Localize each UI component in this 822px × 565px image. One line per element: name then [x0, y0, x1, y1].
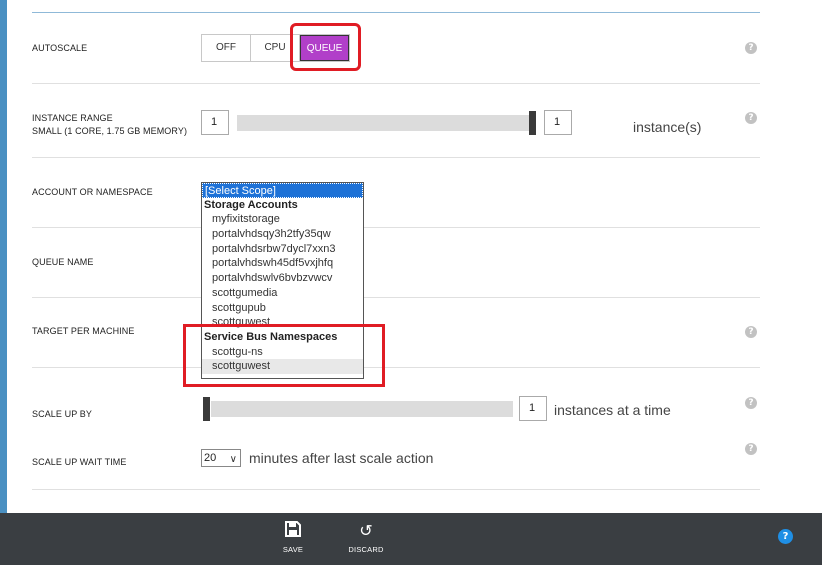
top-divider: [32, 12, 760, 13]
autoscale-label: AUTOSCALE: [32, 43, 88, 53]
help-icon[interactable]: ?: [778, 529, 793, 544]
listbox-option[interactable]: scottgupub: [202, 301, 363, 316]
autoscale-help-icon[interactable]: ?: [745, 42, 757, 54]
wait-help-icon[interactable]: ?: [745, 443, 757, 455]
service-bus-highlight-box: [183, 324, 385, 387]
instance-range-track[interactable]: [237, 115, 530, 131]
row-divider: [32, 157, 760, 158]
row-divider: [32, 227, 760, 228]
wait-time-value: 20: [204, 452, 217, 464]
scale-up-help-icon[interactable]: ?: [745, 397, 757, 409]
wait-unit-label: minutes after last scale action: [249, 450, 434, 466]
listbox-option[interactable]: portalvhdsqy3h2tfy35qw: [202, 227, 363, 242]
instance-size-label: SMALL (1 CORE, 1.75 GB MEMORY): [32, 126, 188, 136]
scale-up-thumb[interactable]: [203, 397, 210, 421]
save-label: SAVE: [282, 545, 304, 554]
listbox-option[interactable]: scottgumedia: [202, 286, 363, 301]
autoscale-off-option[interactable]: OFF: [202, 35, 251, 61]
chevron-down-icon: ∨: [229, 454, 237, 465]
listbox-option[interactable]: myfixitstorage: [202, 212, 363, 227]
discard-label: DISCARD: [348, 545, 384, 554]
queue-name-label: QUEUE NAME: [32, 257, 94, 267]
scale-up-unit-label: instances at a time: [554, 402, 671, 418]
account-namespace-label: ACCOUNT OR NAMESPACE: [32, 187, 153, 197]
listbox-option-select-scope[interactable]: [Select Scope]: [202, 183, 363, 198]
row-divider: [32, 83, 760, 84]
listbox-option[interactable]: portalvhdswlv6bvbzvwcv: [202, 271, 363, 286]
command-bar: [0, 513, 822, 565]
scale-up-input[interactable]: 1: [519, 396, 547, 421]
save-button[interactable]: SAVE: [268, 521, 318, 554]
instance-range-thumb[interactable]: [529, 111, 536, 135]
wait-time-select[interactable]: 20 ∨: [201, 449, 241, 467]
scale-up-track[interactable]: [211, 401, 513, 417]
row-divider: [32, 489, 760, 490]
row-divider: [32, 297, 760, 298]
undo-icon: ↺: [359, 521, 373, 540]
listbox-group-storage-accounts: Storage Accounts: [204, 198, 298, 211]
instance-max-input[interactable]: 1: [544, 110, 572, 135]
queue-highlight-box: [290, 23, 361, 71]
scale-up-wait-label: SCALE UP WAIT TIME: [32, 457, 127, 467]
discard-button[interactable]: ↺ DISCARD: [341, 521, 391, 554]
left-accent-bar: [0, 0, 7, 513]
target-per-machine-label: TARGET PER MACHINE: [32, 326, 135, 336]
instance-unit-label: instance(s): [633, 119, 702, 135]
listbox-option[interactable]: portalvhdswh45df5vxjhfq: [202, 256, 363, 271]
instance-range-help-icon[interactable]: ?: [745, 112, 757, 124]
instance-range-label: INSTANCE RANGE: [32, 113, 113, 123]
listbox-option[interactable]: portalvhdsrbw7dycl7xxn3: [202, 242, 363, 257]
save-icon: [268, 521, 318, 541]
scale-up-by-label: SCALE UP BY: [32, 409, 92, 419]
instance-min-input[interactable]: 1: [201, 110, 229, 135]
target-help-icon[interactable]: ?: [745, 326, 757, 338]
row-divider: [32, 367, 760, 368]
